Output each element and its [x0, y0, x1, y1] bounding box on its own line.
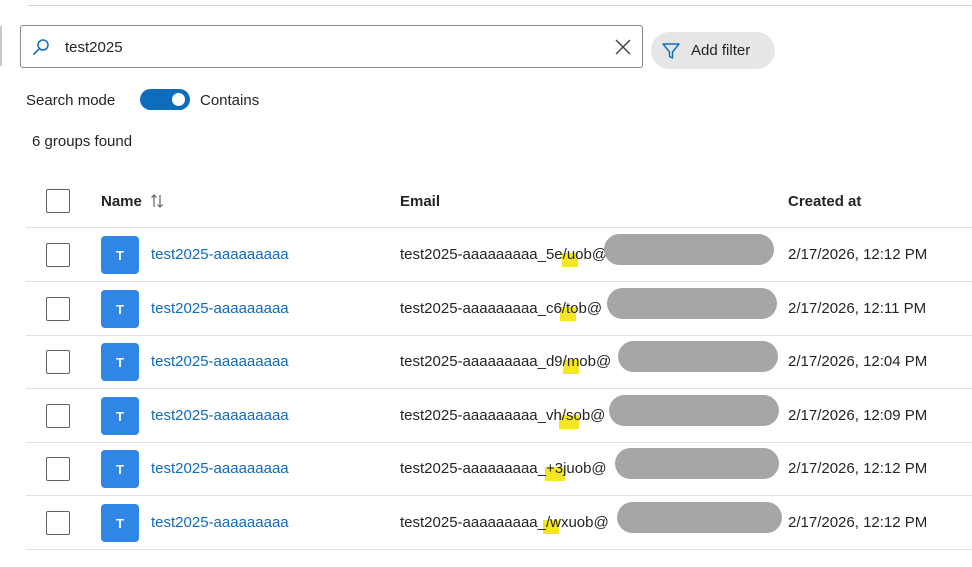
- avatar: T: [101, 504, 139, 542]
- table-row[interactable]: T test2025-aaaaaaaaa test2025-aaaaaaaaa_…: [0, 228, 972, 282]
- table-row[interactable]: T test2025-aaaaaaaaa test2025-aaaaaaaaa_…: [0, 282, 972, 336]
- filter-icon: [662, 42, 680, 59]
- close-icon[interactable]: [614, 38, 632, 56]
- email-text: test2025-aaaaaaaaa_/wxuob@: [400, 514, 609, 531]
- avatar: T: [101, 290, 139, 328]
- created-at: 2/17/2026, 12:12 PM: [788, 246, 928, 263]
- group-name-link[interactable]: test2025-aaaaaaaaa: [151, 300, 289, 317]
- select-all-checkbox[interactable]: [46, 189, 70, 213]
- created-at: 2/17/2026, 12:04 PM: [788, 353, 928, 370]
- search-mode-value: Contains: [200, 92, 260, 109]
- avatar: T: [101, 450, 139, 488]
- search-mode-toggle[interactable]: [140, 89, 190, 110]
- search-mode-label: Search mode: [26, 92, 116, 109]
- column-header-created[interactable]: Created at: [788, 193, 861, 210]
- table-row[interactable]: T test2025-aaaaaaaaa test2025-aaaaaaaaa_…: [0, 389, 972, 443]
- row-checkbox[interactable]: [46, 457, 70, 481]
- search-icon: [33, 39, 49, 55]
- redaction-bar: [609, 395, 779, 426]
- sort-icon[interactable]: [150, 193, 164, 209]
- created-at: 2/17/2026, 12:09 PM: [788, 407, 928, 424]
- row-checkbox[interactable]: [46, 297, 70, 321]
- table-row[interactable]: T test2025-aaaaaaaaa test2025-aaaaaaaaa_…: [0, 335, 972, 389]
- email-text: test2025-aaaaaaaaa_vh/sob@: [400, 407, 606, 424]
- table-row[interactable]: T test2025-aaaaaaaaa test2025-aaaaaaaaa_…: [0, 496, 972, 550]
- avatar: T: [101, 236, 139, 274]
- email-text: test2025-aaaaaaaaa_+3juob@: [400, 460, 607, 477]
- row-checkbox[interactable]: [46, 243, 70, 267]
- row-divider: [26, 549, 972, 550]
- row-checkbox[interactable]: [46, 350, 70, 374]
- created-at: 2/17/2026, 12:12 PM: [788, 514, 928, 531]
- created-at: 2/17/2026, 12:12 PM: [788, 460, 928, 477]
- add-filter-label: Add filter: [691, 42, 751, 59]
- table-row[interactable]: T test2025-aaaaaaaaa test2025-aaaaaaaaa_…: [0, 442, 972, 496]
- toggle-knob: [172, 93, 185, 106]
- group-name-link[interactable]: test2025-aaaaaaaaa: [151, 246, 289, 263]
- redaction-bar: [615, 448, 779, 479]
- search-box[interactable]: [20, 25, 643, 68]
- group-name-link[interactable]: test2025-aaaaaaaaa: [151, 407, 289, 424]
- result-count: 6 groups found: [32, 133, 133, 150]
- top-divider: [28, 5, 972, 6]
- add-filter-button[interactable]: Add filter: [651, 32, 775, 69]
- search-input[interactable]: [65, 36, 585, 58]
- created-at: 2/17/2026, 12:11 PM: [788, 300, 927, 317]
- avatar: T: [101, 343, 139, 381]
- redaction-bar: [604, 234, 774, 265]
- avatar: T: [101, 397, 139, 435]
- row-checkbox[interactable]: [46, 404, 70, 428]
- group-name-link[interactable]: test2025-aaaaaaaaa: [151, 514, 289, 531]
- redaction-bar: [607, 288, 777, 319]
- email-text: test2025-aaaaaaaaa_5e/uob@: [400, 246, 608, 263]
- row-checkbox[interactable]: [46, 511, 70, 535]
- email-text: test2025-aaaaaaaaa_d9/mob@: [400, 353, 612, 370]
- redaction-bar: [617, 502, 782, 533]
- column-header-name[interactable]: Name: [101, 193, 142, 210]
- left-edge-marker: [0, 26, 2, 66]
- redaction-bar: [618, 341, 778, 372]
- group-name-link[interactable]: test2025-aaaaaaaaa: [151, 460, 289, 477]
- column-header-email[interactable]: Email: [400, 193, 440, 210]
- group-name-link[interactable]: test2025-aaaaaaaaa: [151, 353, 289, 370]
- email-text: test2025-aaaaaaaaa_c6/tob@: [400, 300, 603, 317]
